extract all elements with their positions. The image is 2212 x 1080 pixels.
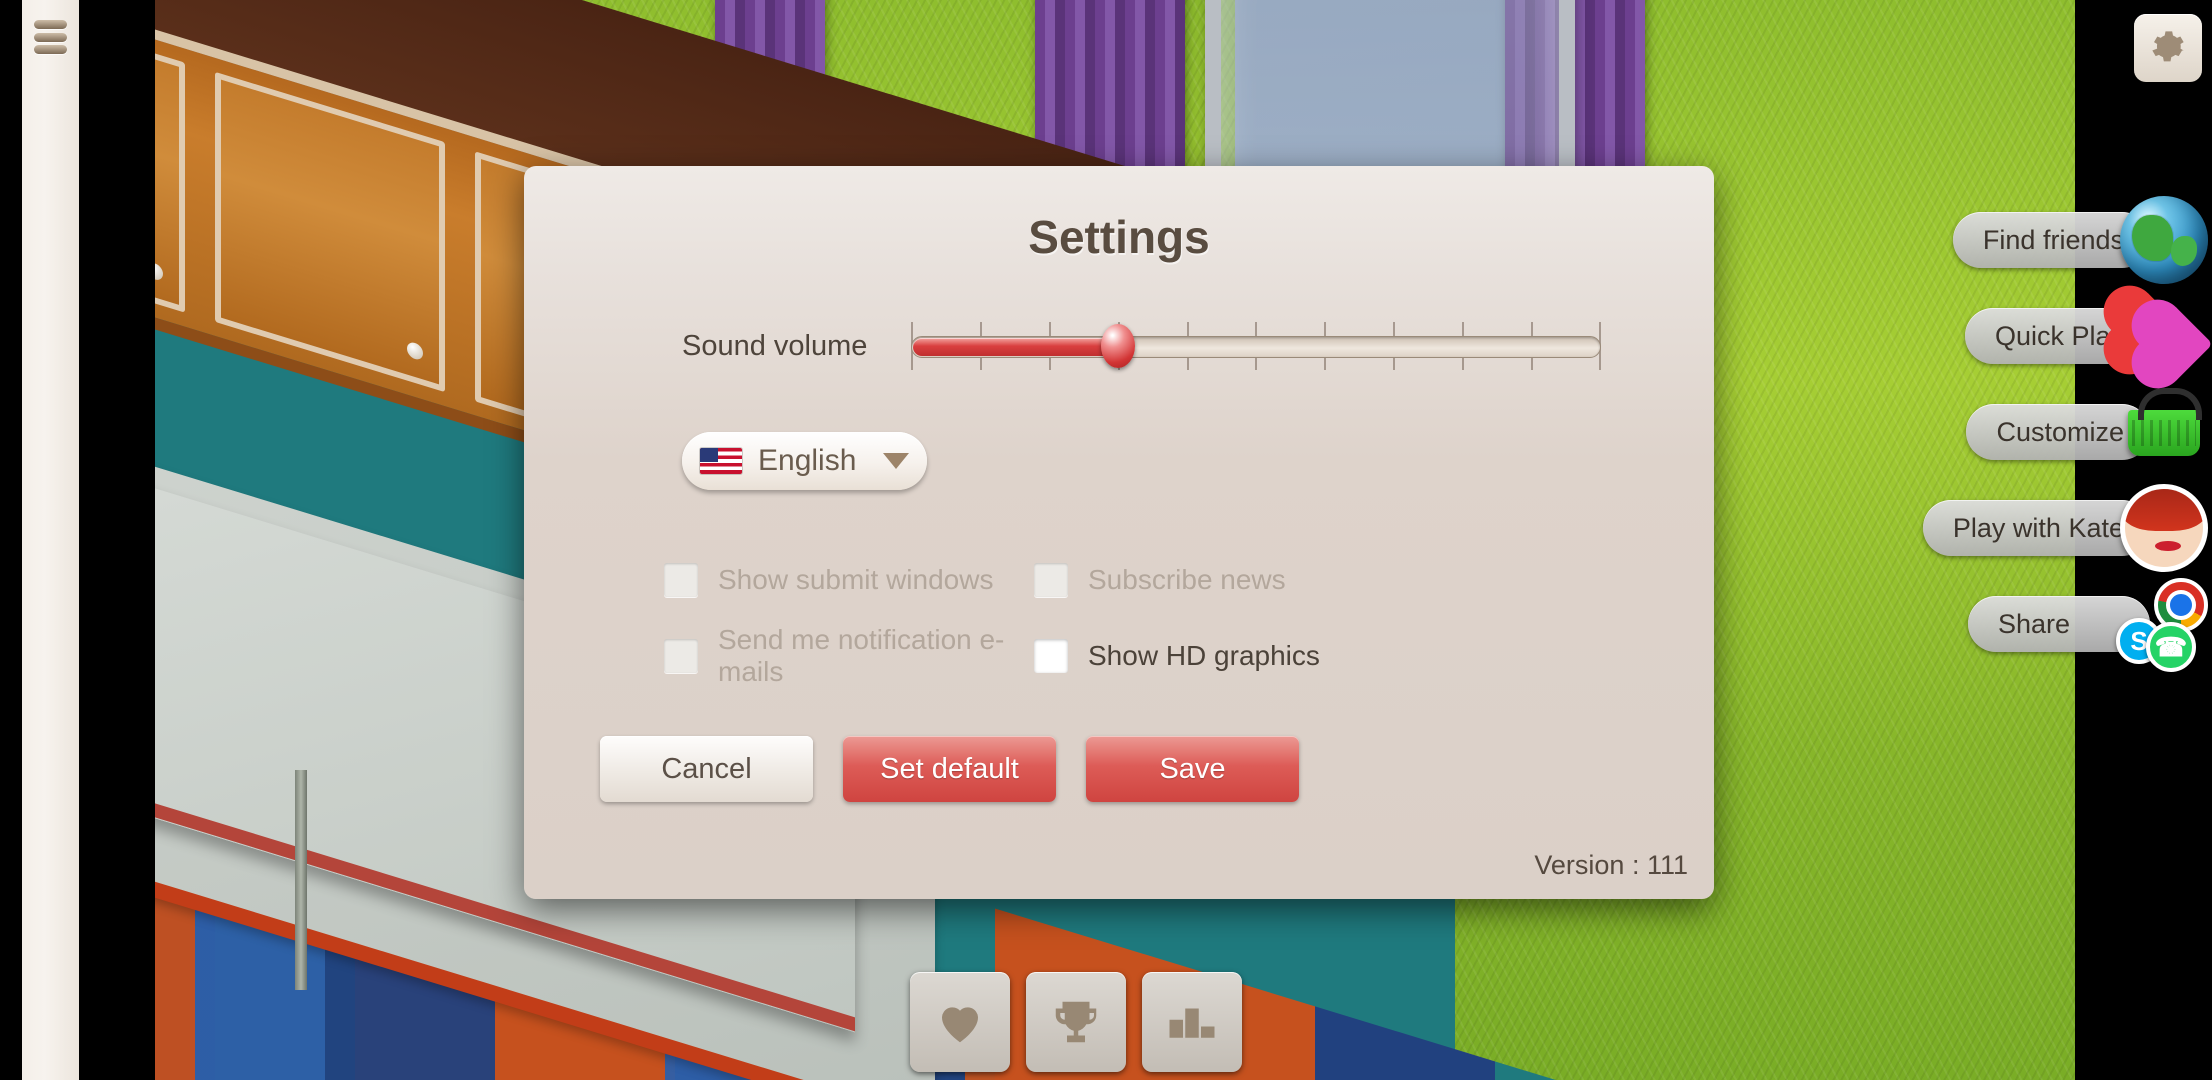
heart-pink — [2139, 307, 2212, 381]
checkbox-subscribe-news[interactable]: Subscribe news — [1034, 552, 1544, 608]
launcher-item-label: Share — [1998, 608, 2071, 639]
table-leg — [295, 770, 307, 990]
sound-volume-slider[interactable] — [911, 322, 1602, 370]
checkbox-label: Show submit windows — [718, 564, 994, 595]
version-label: Version : 111 — [1534, 850, 1688, 880]
language-select-value: English — [758, 444, 857, 477]
cabinet-door — [215, 71, 445, 393]
checkbox-send-notification-emails[interactable]: Send me notification e-mails — [664, 624, 1034, 687]
heart-icon-svg — [942, 1007, 978, 1043]
hamburger-bar — [34, 32, 67, 42]
hearts-icon[interactable] — [2111, 288, 2212, 384]
social-share-icon[interactable]: S ☎ — [2116, 576, 2212, 672]
launcher-item-share[interactable]: Share S ☎ — [1968, 576, 2212, 672]
checkbox-show-submit-windows[interactable]: Show submit windows — [664, 552, 1034, 608]
checkbox-label: Show HD graphics — [1088, 640, 1320, 671]
hamburger-bar — [34, 45, 67, 54]
left-sidebar-rail — [22, 0, 79, 1080]
basket-shape — [2128, 388, 2202, 456]
podium-icon-svg — [1169, 1008, 1215, 1038]
whatsapp-glyph: ☎ — [2154, 631, 2188, 662]
dialog-button-row: Cancel Set default Save — [600, 736, 1714, 802]
cancel-button[interactable]: Cancel — [600, 736, 813, 802]
set-default-button[interactable]: Set default — [843, 736, 1056, 802]
settings-checkbox-grid: Show submit windows Subscribe news Send … — [664, 552, 1544, 687]
launcher-item-find-friends[interactable]: Find friends — [1952, 192, 2212, 288]
save-button[interactable]: Save — [1086, 736, 1299, 802]
checkbox-box[interactable] — [664, 639, 698, 673]
language-select[interactable]: English — [682, 432, 927, 490]
settings-dialog: Settings Sound volume English Show submi… — [524, 166, 1714, 899]
shopping-basket-icon[interactable] — [2116, 384, 2212, 480]
launcher-item-play-with-kate[interactable]: Play with Kate — [1922, 480, 2212, 576]
gear-icon-svg — [2152, 31, 2184, 62]
us-flag-icon — [700, 448, 742, 474]
chevron-down-icon — [883, 453, 909, 469]
avatar-portrait — [2120, 484, 2208, 572]
hamburger-menu-icon[interactable] — [34, 16, 67, 58]
avatar-icon[interactable] — [2116, 480, 2212, 576]
launcher-item-quick-play[interactable]: Quick Play — [1964, 288, 2212, 384]
gear-icon[interactable] — [2134, 14, 2202, 82]
slider-thumb[interactable] — [1101, 324, 1136, 368]
bottom-toolbar — [910, 972, 1242, 1072]
checkbox-show-hd-graphics[interactable]: Show HD graphics — [1034, 628, 1544, 684]
checkbox-label: Subscribe news — [1088, 564, 1286, 595]
launcher-item-label: Customize — [1996, 416, 2124, 447]
launcher-item-label: Play with Kate — [1952, 512, 2124, 543]
whatsapp-icon: ☎ — [2146, 622, 2196, 672]
cabinet-door — [155, 0, 185, 313]
trophy-icon[interactable] — [1026, 972, 1126, 1072]
globe-icon-shape — [2120, 196, 2208, 284]
slider-fill — [913, 338, 1121, 356]
podium-icon[interactable] — [1142, 972, 1242, 1072]
checkbox-label: Send me notification e-mails — [718, 624, 1005, 687]
dialog-title: Settings — [1028, 211, 1210, 263]
trophy-icon-svg — [1055, 1001, 1097, 1043]
heart-icon[interactable] — [910, 972, 1010, 1072]
checkbox-box[interactable] — [1034, 563, 1068, 597]
sound-volume-label: Sound volume — [682, 329, 868, 362]
launcher-item-customize[interactable]: Customize — [1966, 384, 2212, 480]
globe-icon[interactable] — [2116, 192, 2212, 288]
launcher-column: Find friends Quick Play Customize Play w… — [1922, 0, 2212, 1080]
cabinet-knob — [155, 261, 163, 282]
cabinet-knob — [407, 340, 423, 362]
launcher-item-label: Find friends — [1982, 224, 2124, 255]
app-screen: Find friends Quick Play Customize Play w… — [0, 0, 2212, 1080]
checkbox-box[interactable] — [664, 563, 698, 597]
hamburger-bar — [34, 20, 67, 29]
sound-volume-row: Sound volume — [524, 322, 1714, 370]
checkbox-box[interactable] — [1034, 639, 1068, 673]
